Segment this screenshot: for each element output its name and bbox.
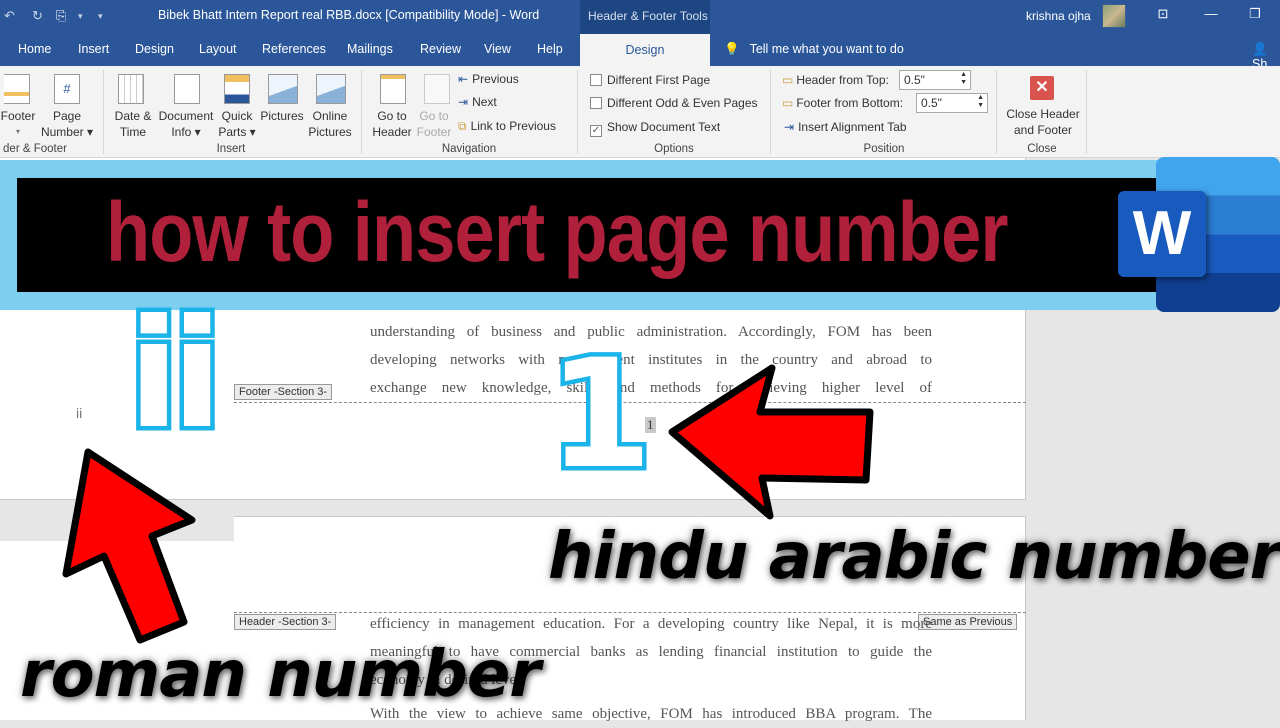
caption-hindu-arabic: hindu arabic number: [548, 520, 1280, 594]
arrow-to-roman-icon: [62, 448, 196, 644]
caption-roman: roman number: [20, 638, 541, 712]
annotation-arrows: [62, 364, 874, 644]
arrow-to-arabic-icon: [668, 364, 874, 520]
